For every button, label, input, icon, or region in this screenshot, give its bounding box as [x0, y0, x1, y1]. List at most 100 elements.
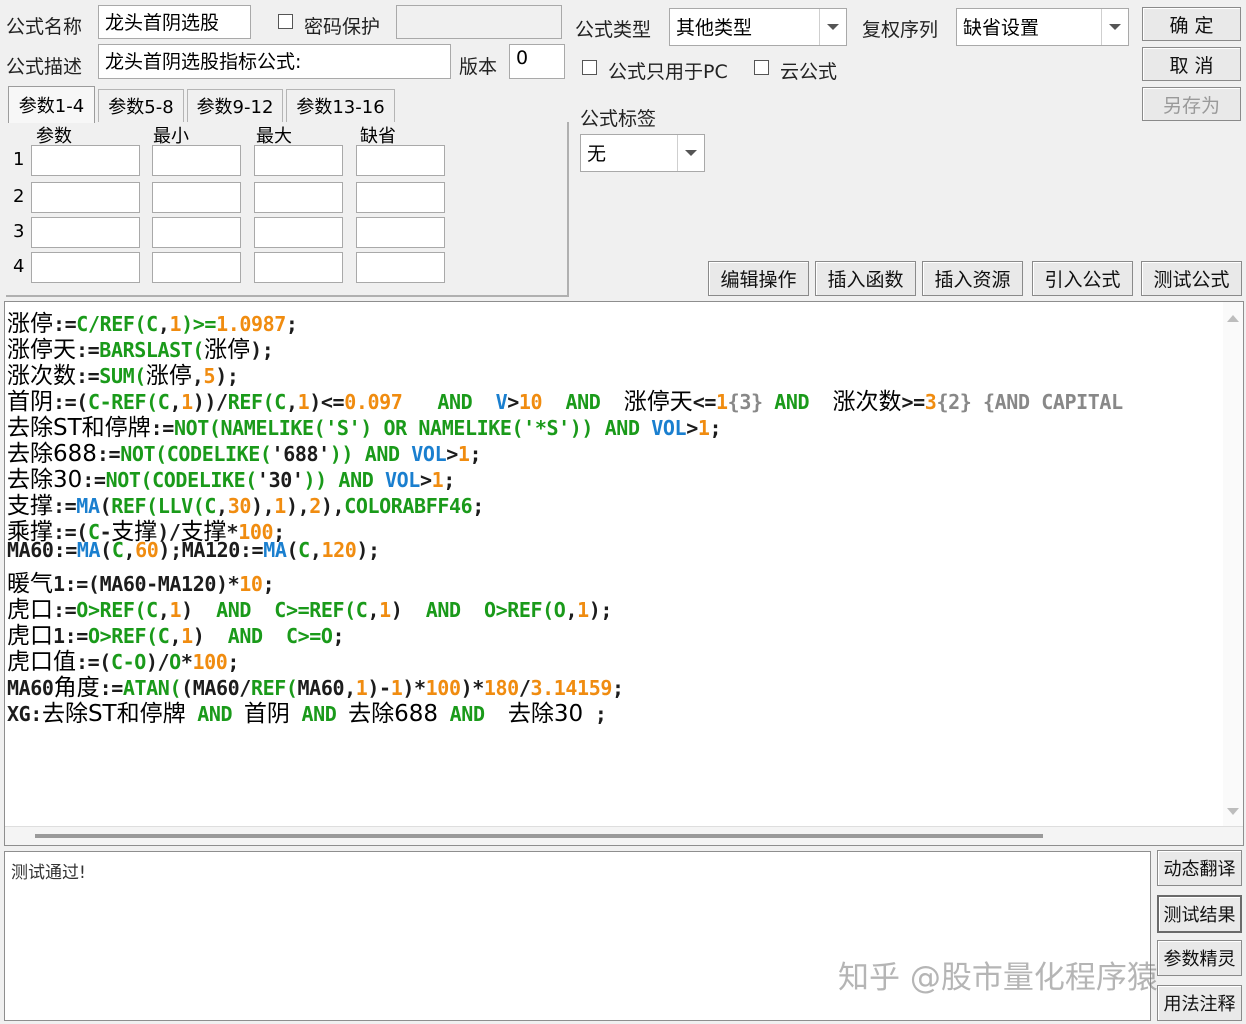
code-token: C — [111, 538, 124, 562]
param-cell-input[interactable] — [31, 217, 140, 248]
rights-label: 复权序列 — [862, 19, 939, 41]
param-cell-input[interactable] — [152, 145, 241, 176]
code-token: ) — [390, 598, 426, 622]
param-cell-input[interactable] — [356, 217, 445, 248]
param-cell-input[interactable] — [356, 252, 445, 283]
formula-type-value: 其他类型 — [676, 17, 753, 39]
code-token: 1 — [457, 442, 470, 466]
chevron-down-icon[interactable] — [1101, 9, 1128, 45]
code-token: ; — [611, 676, 624, 700]
watermark: 知乎 @股市量化程序猿 — [838, 960, 1158, 996]
param-cell-input[interactable] — [31, 252, 140, 283]
code-line[interactable]: MA60:=MA(C,60);MA120:=MA(C,120); — [7, 538, 380, 562]
edit-ops-button[interactable]: 编辑操作 — [708, 261, 809, 296]
code-token: {2} {AND CAPITAL — [936, 390, 1123, 414]
code-token: ), — [320, 494, 345, 518]
code-token: > — [686, 416, 698, 440]
code-token: ), — [285, 494, 310, 518]
insert-resource-button[interactable]: 插入资源 — [922, 261, 1023, 296]
tag-label: 公式标签 — [580, 108, 657, 130]
dynamic-translate-button[interactable]: 动态翻译 — [1157, 850, 1242, 886]
code-token: ; — [583, 702, 607, 726]
rights-select[interactable]: 缺省设置 — [956, 8, 1129, 46]
code-line[interactable]: XG:去除ST和停牌 AND 首阴 AND 去除688 AND 去除30 ; — [7, 694, 607, 728]
param-cell-input[interactable] — [152, 182, 241, 213]
insert-function-button[interactable]: 插入函数 — [815, 261, 916, 296]
formula-desc-input[interactable]: 龙头首阴选股指标公式: — [98, 44, 451, 79]
formula-type-label: 公式类型 — [575, 19, 652, 41]
param-row-number: 3 — [13, 221, 25, 242]
password-input — [396, 5, 562, 39]
code-token: 1 — [379, 598, 391, 622]
param-cell-input[interactable] — [254, 145, 343, 176]
code-token: MA — [263, 538, 287, 562]
code-token: C — [355, 598, 368, 622]
code-token: 2 — [309, 494, 321, 518]
param-cell-input[interactable] — [152, 217, 241, 248]
code-token: , — [565, 598, 578, 622]
scroll-down-icon[interactable] — [1223, 802, 1243, 822]
rights-value: 缺省设置 — [963, 17, 1040, 39]
code-token: );MA120:= — [158, 538, 264, 562]
password-checkbox[interactable] — [278, 14, 293, 29]
tab-params-9-12[interactable]: 参数9-12 — [187, 89, 283, 122]
code-editor[interactable]: 涨停:=C/REF(C,1)>=1.0987; 涨停天:=BARSLAST(涨停)… — [4, 301, 1244, 846]
param-wizard-button[interactable]: 参数精灵 — [1157, 940, 1242, 976]
import-formula-button[interactable]: 引入公式 — [1032, 261, 1133, 296]
code-token: ); — [356, 538, 380, 562]
tab-params-1-4[interactable]: 参数1-4 — [8, 86, 95, 123]
horizontal-scroll-thumb[interactable] — [35, 834, 1043, 838]
param-cell-input[interactable] — [31, 182, 140, 213]
formula-desc-label: 公式描述 — [6, 56, 83, 78]
cloud-checkbox[interactable] — [754, 60, 769, 75]
code-token: , — [367, 598, 380, 622]
code-token: 1 — [577, 598, 589, 622]
vertical-scrollbar[interactable] — [1223, 302, 1243, 830]
version-input[interactable]: 0 — [509, 44, 565, 79]
code-token: AND — [774, 390, 810, 414]
scroll-up-icon[interactable] — [1223, 308, 1243, 328]
param-cell-input[interactable] — [254, 217, 343, 248]
param-cell-input[interactable] — [254, 182, 343, 213]
code-token: AND — [425, 598, 461, 622]
code-token: 3 — [924, 390, 937, 414]
code-token: ; — [709, 416, 722, 440]
usage-notes-button[interactable]: 用法注释 — [1157, 985, 1242, 1021]
param-cell-input[interactable] — [254, 252, 343, 283]
result-text: 测试通过! — [11, 863, 86, 883]
code-token: MA — [76, 538, 101, 562]
code-token: AND — [449, 702, 485, 726]
chevron-down-icon[interactable] — [819, 9, 846, 45]
code-token: ; — [332, 624, 345, 648]
horizontal-scrollbar[interactable] — [5, 826, 1243, 845]
param-cell-input[interactable] — [356, 145, 445, 176]
code-token: , — [123, 538, 136, 562]
save-as-button[interactable]: 另存为 — [1142, 87, 1241, 121]
code-token: ; — [469, 442, 482, 466]
param-cell-input[interactable] — [152, 252, 241, 283]
test-result-button[interactable]: 测试结果 — [1157, 895, 1242, 933]
tab-params-5-8[interactable]: 参数5-8 — [98, 89, 184, 122]
chevron-down-icon[interactable] — [677, 135, 704, 171]
param-cell-input[interactable] — [356, 182, 445, 213]
test-formula-button[interactable]: 测试公式 — [1141, 261, 1242, 296]
ok-button[interactable]: 确 定 — [1142, 7, 1241, 41]
code-token: XG: — [7, 702, 42, 726]
formula-type-select[interactable]: 其他类型 — [669, 8, 847, 46]
code-token: 去除ST和停牌 — [41, 701, 186, 727]
param-row-number: 4 — [13, 256, 25, 277]
tag-select[interactable]: 无 — [580, 134, 705, 172]
formula-name-input[interactable]: 龙头首阴选股 — [98, 5, 251, 39]
code-token: COLORABFF46 — [344, 494, 473, 518]
cancel-button[interactable]: 取 消 — [1142, 47, 1241, 81]
pc-only-checkbox[interactable] — [582, 60, 597, 75]
param-cell-input[interactable] — [31, 145, 140, 176]
tab-params-13-16[interactable]: 参数13-16 — [286, 89, 395, 122]
code-token: {3} — [727, 390, 763, 414]
code-token: ); — [250, 338, 274, 362]
code-token: C — [298, 538, 310, 562]
